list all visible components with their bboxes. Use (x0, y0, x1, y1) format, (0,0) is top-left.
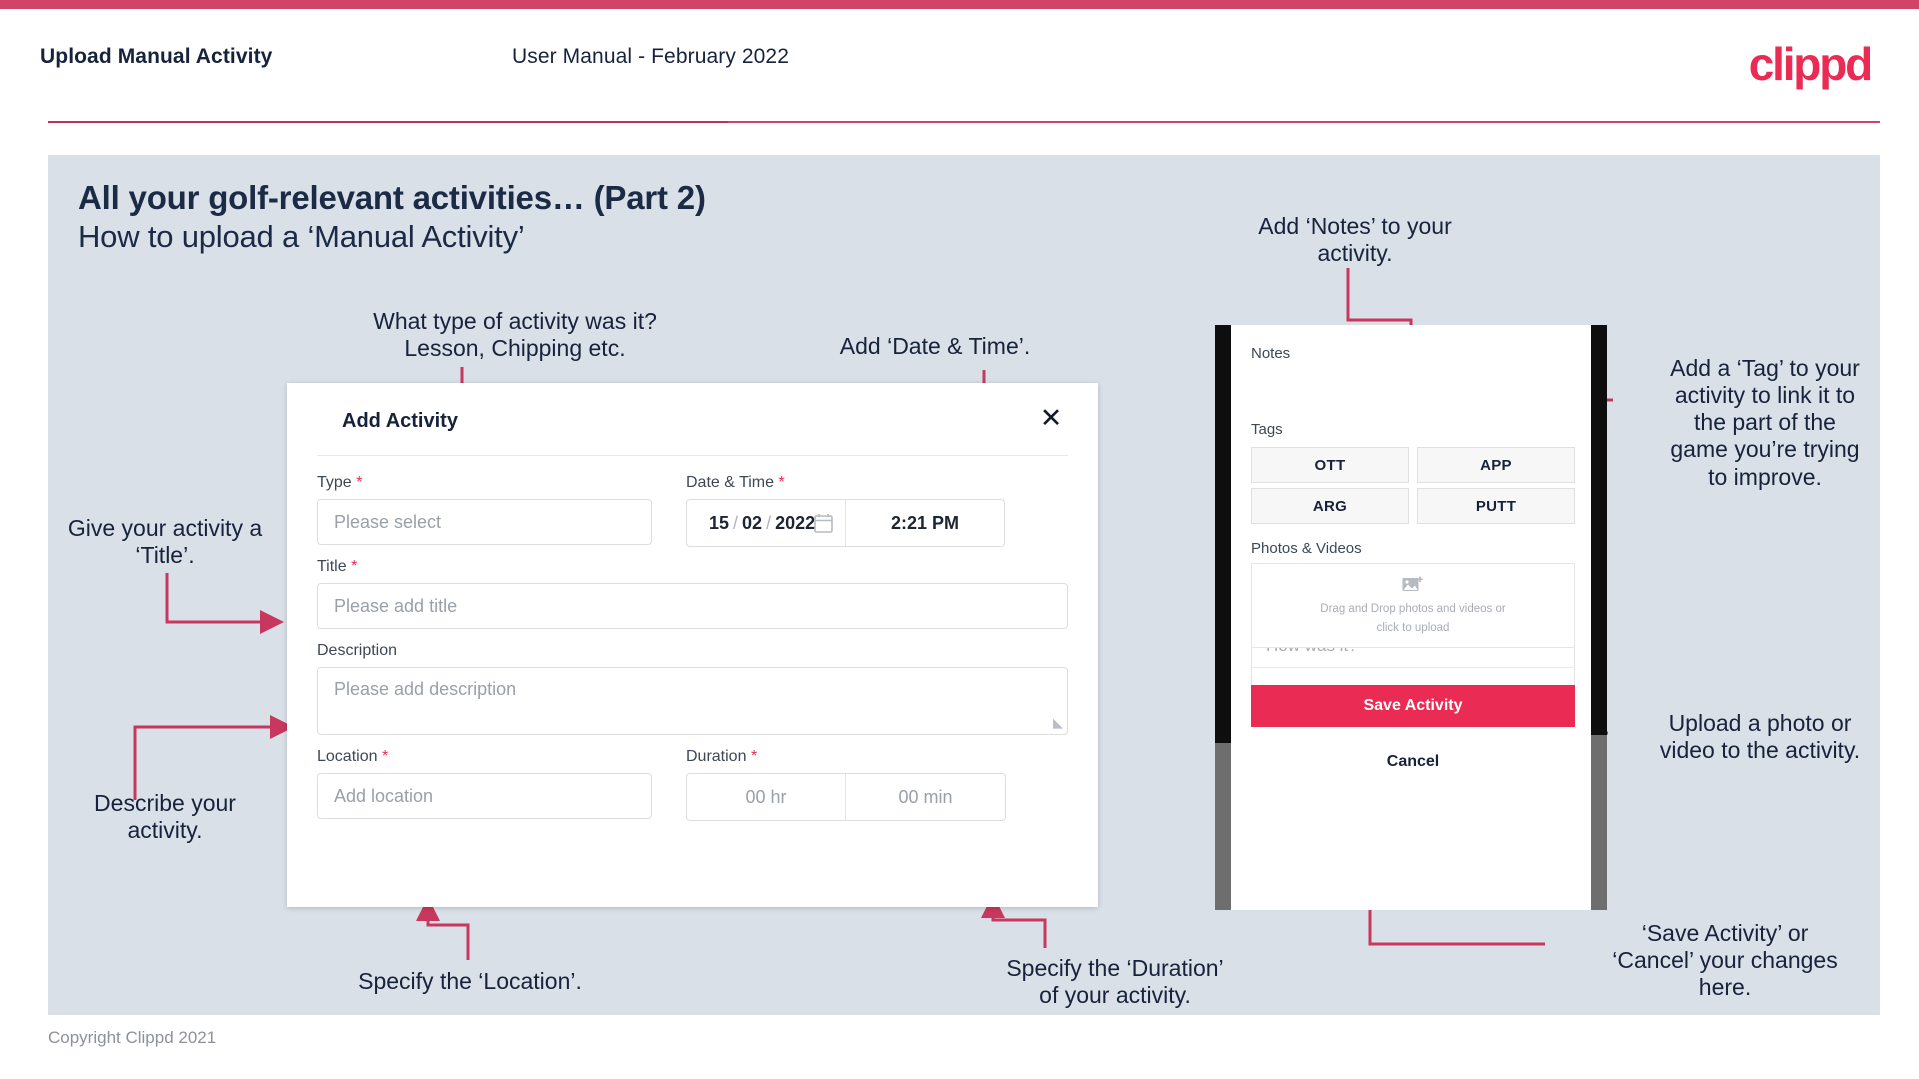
date-sep-1: / (733, 512, 739, 533)
header-divider (48, 121, 1880, 123)
upload-hint-line2: click to upload (1376, 621, 1450, 634)
annotation-notes: Add ‘Notes’ to your activity. (1258, 213, 1452, 267)
slide-root: Upload Manual Activity User Manual - Feb… (0, 0, 1919, 1079)
type-select[interactable]: Please select (317, 499, 652, 545)
annotation-upload: Upload a photo or video to the activity. (1659, 710, 1861, 764)
add-image-icon (1402, 576, 1423, 591)
location-input[interactable]: Add location (317, 773, 652, 819)
duration-label-text: Duration (686, 748, 747, 765)
title-required-mark: * (351, 558, 358, 575)
duration-group: 00 hr 00 min (686, 773, 1006, 821)
notes-label: Notes (1251, 345, 1291, 362)
date-month: 02 (742, 512, 763, 533)
slide-title-line2: How to upload a ‘Manual Activity’ (78, 219, 525, 254)
save-activity-label: Save Activity (1363, 697, 1463, 714)
cancel-button[interactable]: Cancel (1251, 745, 1575, 779)
phone-mockup: Notes How was it? Tags OTT APP ARG PUTT … (1215, 325, 1607, 910)
title-input[interactable]: Please add title (317, 583, 1068, 629)
resize-handle-icon[interactable]: ◢ (1053, 715, 1063, 731)
title-label-text: Title (317, 558, 347, 575)
type-label-text: Type (317, 474, 352, 491)
location-label: Location * (317, 748, 388, 766)
title-label: Title * (317, 558, 357, 576)
slide-title-line1: All your golf-relevant activities… (Part… (78, 179, 706, 216)
phone-bezel-right (1591, 735, 1607, 910)
photos-videos-label: Photos & Videos (1251, 540, 1362, 557)
datetime-label-text: Date & Time (686, 474, 775, 491)
duration-label: Duration * (686, 748, 757, 766)
date-sep-2: / (766, 512, 772, 533)
description-label: Description (317, 642, 397, 660)
annotation-location: Specify the ‘Location’. (358, 968, 582, 994)
cancel-label: Cancel (1386, 753, 1440, 770)
dialog-title: Add Activity (342, 410, 458, 432)
tags-label: Tags (1251, 421, 1283, 438)
time-value: 2:21 PM (890, 512, 960, 533)
datetime-required-mark: * (778, 474, 785, 491)
type-label: Type * (317, 474, 362, 492)
phone-screen: Notes How was it? Tags OTT APP ARG PUTT … (1231, 325, 1591, 910)
photo-upload-dropzone[interactable]: Drag and Drop photos and videos or click… (1251, 563, 1575, 648)
phone-bezel-left (1215, 743, 1231, 910)
tag-label-ott: OTT (1314, 456, 1346, 474)
date-day: 15 (709, 512, 730, 533)
date-input[interactable]: 15 / 02 / 2022 (687, 500, 846, 546)
datetime-group: 15 / 02 / 2022 2:21 PM (686, 499, 1005, 547)
duration-hours-value: 00 hr (745, 786, 787, 807)
tag-button-arg[interactable]: ARG (1251, 488, 1409, 524)
type-placeholder: Please select (334, 511, 442, 532)
annotation-type: What type of activity was it? Lesson, Ch… (373, 308, 657, 362)
upload-hint-line1: Drag and Drop photos and videos or (1320, 602, 1506, 615)
annotation-describe: Describe your activity. (94, 790, 236, 844)
tag-button-ott[interactable]: OTT (1251, 447, 1409, 483)
header-center-title: User Manual - February 2022 (512, 45, 789, 68)
tag-label-app: APP (1480, 456, 1512, 474)
calendar-icon[interactable] (814, 513, 833, 533)
annotation-title: Give your activity a ‘Title’. (67, 515, 263, 569)
tag-button-putt[interactable]: PUTT (1417, 488, 1575, 524)
close-icon[interactable]: ✕ (1034, 401, 1068, 435)
description-label-text: Description (317, 642, 398, 659)
tag-button-app[interactable]: APP (1417, 447, 1575, 483)
header-left-title: Upload Manual Activity (40, 45, 273, 68)
time-input[interactable]: 2:21 PM (846, 500, 1004, 546)
duration-minutes-value: 00 min (898, 786, 953, 807)
page-header: Upload Manual Activity User Manual - Feb… (0, 9, 1919, 122)
footer-copyright: Copyright Clippd 2021 (48, 1028, 217, 1047)
type-required-mark: * (356, 474, 363, 491)
date-year: 2022 (775, 512, 816, 533)
annotation-save-cancel: ‘Save Activity’ or ‘Cancel’ your changes… (1612, 920, 1838, 1001)
top-accent-bar (0, 0, 1919, 9)
description-textarea[interactable]: Please add description ◢ (317, 667, 1068, 735)
add-activity-dialog: Add Activity ✕ Type * Please select Date… (287, 383, 1098, 907)
description-placeholder: Please add description (334, 679, 517, 699)
title-placeholder: Please add title (334, 595, 458, 616)
duration-required-mark: * (750, 748, 758, 765)
location-placeholder: Add location (334, 785, 434, 806)
annotation-tags: Add a ‘Tag’ to your activity to link it … (1670, 355, 1860, 490)
duration-hours-input[interactable]: 00 hr (687, 774, 846, 820)
tag-label-putt: PUTT (1475, 497, 1517, 515)
tag-label-arg: ARG (1312, 497, 1348, 515)
location-required-mark: * (381, 748, 389, 765)
clippd-logo: clippd (1748, 38, 1873, 90)
annotation-duration: Specify the ‘Duration’ of your activity. (1006, 955, 1224, 1009)
save-activity-button[interactable]: Save Activity (1251, 685, 1575, 727)
duration-minutes-input[interactable]: 00 min (846, 774, 1005, 820)
dialog-header-divider (317, 455, 1068, 456)
phone-divider (1251, 667, 1575, 668)
annotation-datetime: Add ‘Date & Time’. (839, 333, 1031, 359)
location-label-text: Location (317, 748, 378, 765)
datetime-label: Date & Time * (686, 474, 785, 492)
